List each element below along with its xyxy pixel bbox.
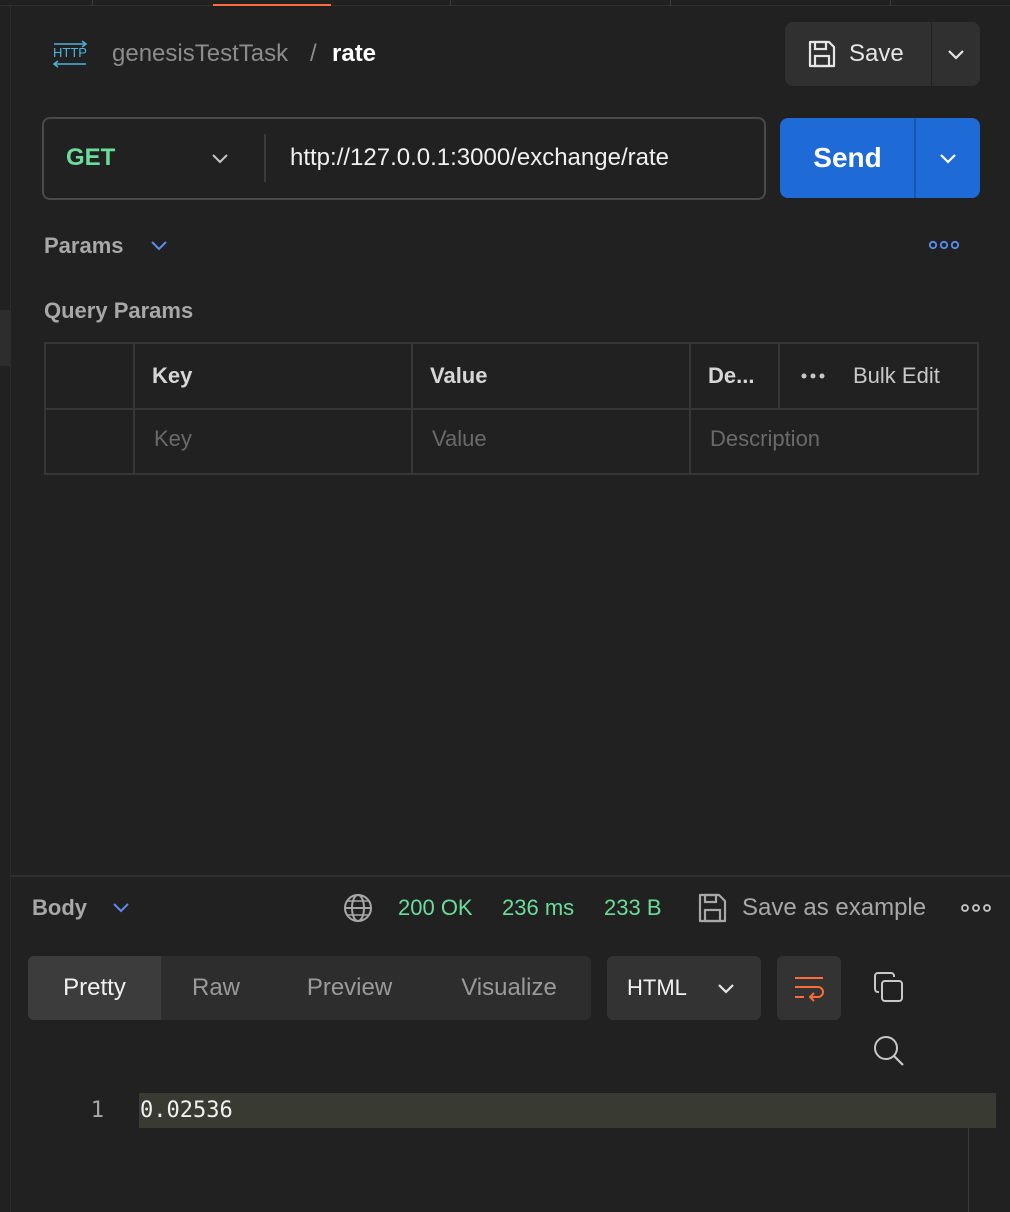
more-horizontal-icon[interactable] bbox=[960, 900, 992, 916]
save-options-button[interactable] bbox=[932, 22, 980, 86]
globe-icon[interactable] bbox=[342, 892, 374, 924]
copy-icon[interactable] bbox=[872, 971, 906, 1005]
response-size[interactable]: 233 B bbox=[604, 892, 662, 924]
status-badge[interactable]: 200 OK bbox=[398, 892, 473, 924]
column-divider bbox=[778, 342, 780, 409]
breadcrumb-separator: / bbox=[310, 40, 317, 67]
sidebar-resize-handle[interactable] bbox=[0, 310, 10, 366]
tab-separator bbox=[450, 0, 451, 6]
breadcrumb-collection[interactable]: genesisTestTask bbox=[112, 38, 288, 70]
tab-separator bbox=[670, 0, 671, 6]
tab-strip bbox=[0, 0, 1010, 6]
column-divider bbox=[411, 342, 413, 475]
key-input[interactable]: Key bbox=[154, 423, 192, 455]
column-divider bbox=[689, 342, 691, 475]
format-select-value: HTML bbox=[627, 975, 687, 1000]
tab-visualize[interactable]: Visualize bbox=[428, 956, 590, 1020]
divider bbox=[264, 134, 266, 182]
floppy-disk-icon bbox=[808, 40, 836, 68]
active-tab-indicator[interactable] bbox=[213, 4, 331, 6]
response-time[interactable]: 236 ms bbox=[502, 892, 574, 924]
save-as-example-button[interactable]: Save as example bbox=[742, 892, 926, 924]
send-button[interactable]: Send bbox=[780, 118, 915, 198]
more-horizontal-icon[interactable] bbox=[928, 236, 960, 254]
column-header-description: De... bbox=[708, 363, 755, 388]
line-number: 1 bbox=[90, 1098, 104, 1123]
http-request-icon: HTTP bbox=[52, 40, 88, 68]
bulk-edit-button[interactable]: Bulk Edit bbox=[853, 360, 940, 392]
editor-scrollbar-track[interactable] bbox=[968, 1093, 969, 1212]
response-pane-divider[interactable] bbox=[11, 875, 1010, 877]
chevron-down-icon bbox=[948, 50, 964, 60]
method-selector[interactable]: GET bbox=[66, 140, 115, 176]
tab-pretty[interactable]: Pretty bbox=[28, 956, 161, 1020]
left-sidebar-edge bbox=[0, 0, 11, 1212]
column-divider bbox=[133, 342, 135, 475]
save-button[interactable]: Save bbox=[785, 22, 931, 86]
request-name[interactable]: rate bbox=[332, 38, 376, 70]
chevron-down-icon[interactable] bbox=[148, 234, 170, 256]
table-row-divider bbox=[44, 408, 979, 410]
chevron-down-icon[interactable] bbox=[208, 146, 232, 170]
column-header-value: Value bbox=[430, 363, 488, 388]
params-tab[interactable]: Params bbox=[44, 230, 124, 262]
current-line-highlight bbox=[139, 1093, 996, 1128]
search-icon[interactable] bbox=[872, 1034, 906, 1068]
url-input[interactable] bbox=[290, 140, 750, 176]
value-input[interactable]: Value bbox=[432, 423, 487, 455]
tab-preview[interactable]: Preview bbox=[282, 956, 417, 1020]
send-options-button[interactable] bbox=[916, 118, 980, 198]
response-body-text[interactable]: 0.02536 bbox=[140, 1096, 233, 1126]
chevron-down-icon bbox=[718, 984, 734, 994]
save-button-label: Save bbox=[849, 40, 904, 67]
wrap-lines-button[interactable] bbox=[777, 956, 841, 1020]
send-divider bbox=[914, 118, 916, 198]
more-horizontal-icon[interactable] bbox=[800, 367, 826, 385]
wrap-lines-icon bbox=[795, 977, 824, 1002]
svg-text:HTTP: HTTP bbox=[53, 45, 87, 60]
chevron-down-icon[interactable] bbox=[110, 896, 132, 918]
response-body-tab[interactable]: Body bbox=[32, 892, 87, 924]
query-params-title: Query Params bbox=[44, 298, 194, 323]
tab-separator bbox=[890, 0, 891, 6]
floppy-disk-icon bbox=[698, 893, 727, 923]
column-header-key: Key bbox=[152, 363, 193, 388]
description-input[interactable]: Description bbox=[710, 423, 820, 455]
tab-raw[interactable]: Raw bbox=[161, 956, 271, 1020]
chevron-down-icon bbox=[940, 154, 956, 164]
tab-separator bbox=[92, 0, 93, 6]
